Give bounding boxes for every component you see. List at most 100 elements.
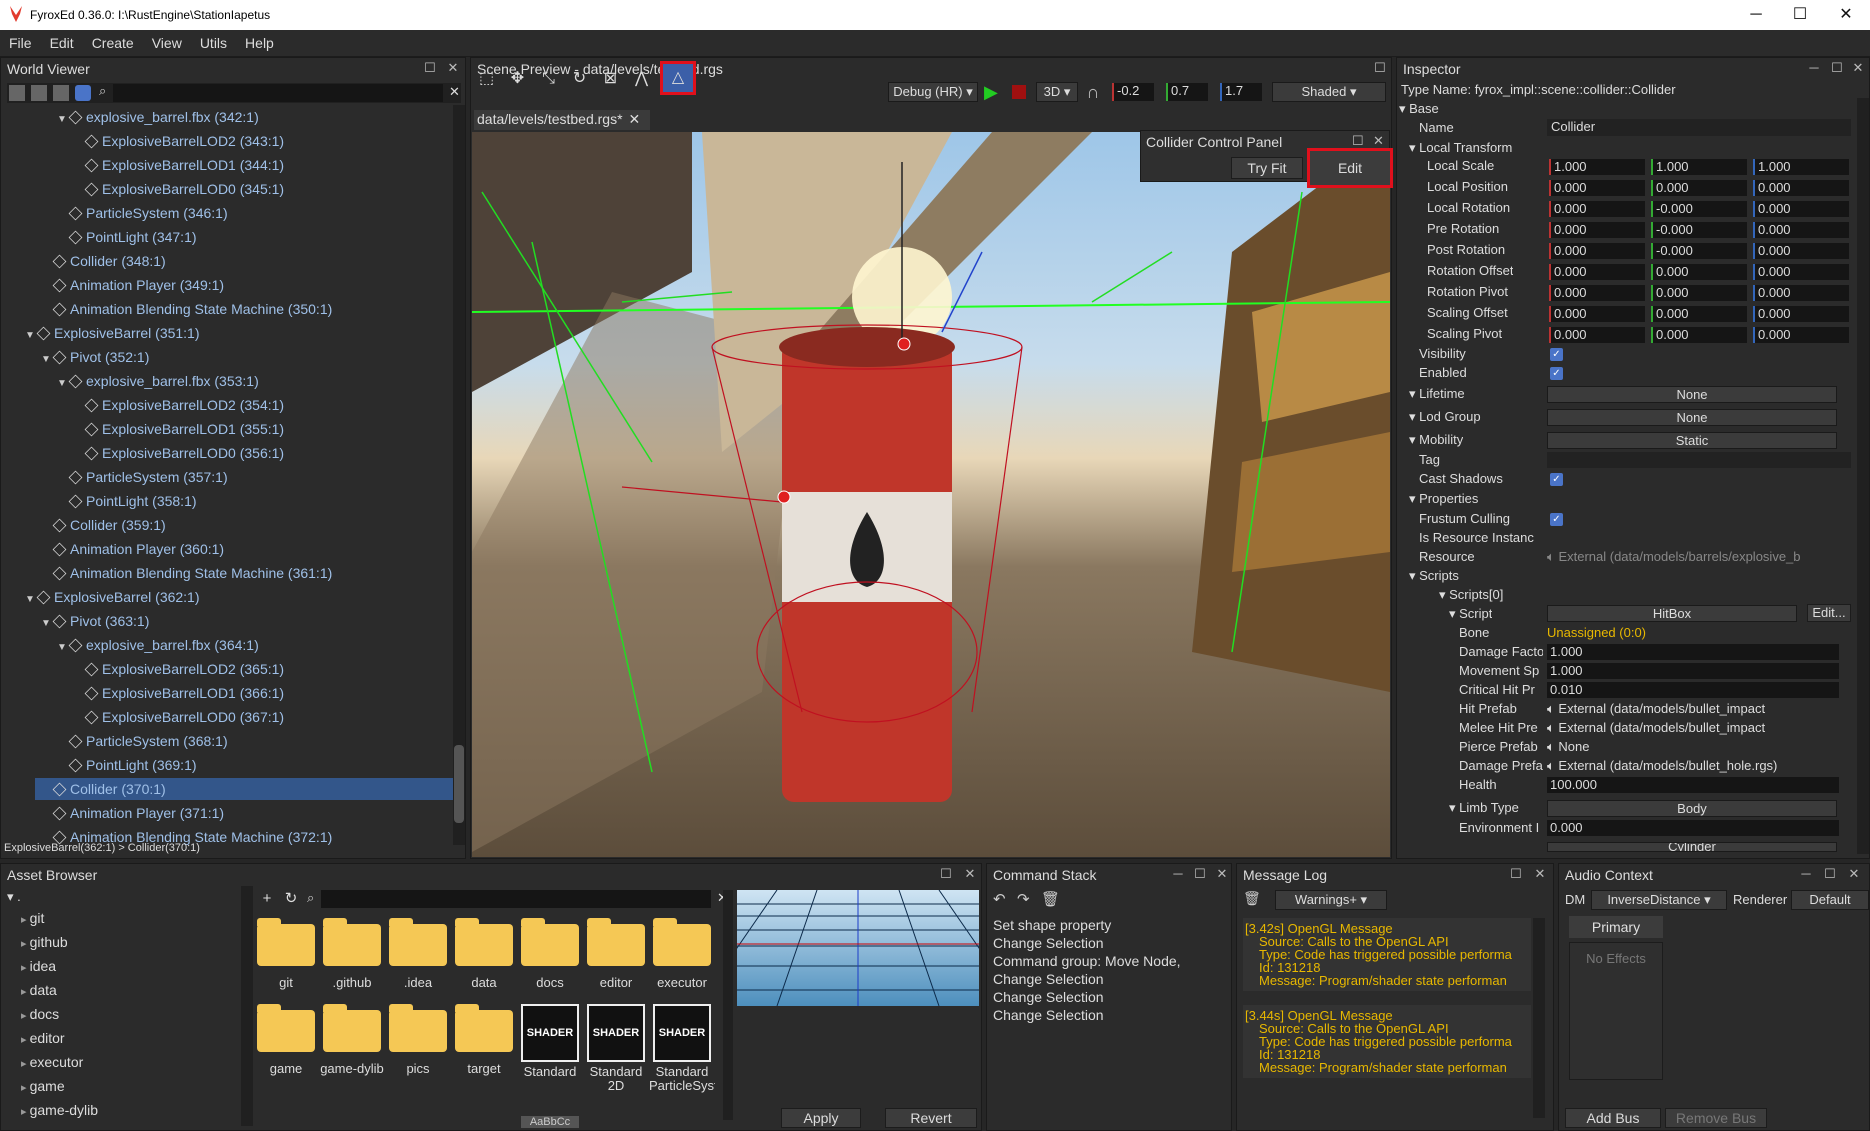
health-field[interactable]: 100.000 bbox=[1547, 777, 1839, 793]
camera-x-field[interactable]: -0.2 bbox=[1112, 83, 1154, 101]
tree-row[interactable]: ExplosiveBarrelLOD1 (344:1) bbox=[73, 153, 284, 177]
revert-button[interactable]: Revert bbox=[885, 1108, 977, 1128]
asset-tree-scrollbar[interactable] bbox=[241, 886, 253, 1126]
mobility-dropdown[interactable]: Static bbox=[1547, 432, 1837, 449]
minimize-panel-icon[interactable]: ─ bbox=[1169, 865, 1187, 883]
add-bus-button[interactable]: Add Bus bbox=[1565, 1108, 1661, 1128]
tree-row[interactable]: ExplosiveBarrelLOD0 (367:1) bbox=[73, 705, 284, 729]
damage-factor-field[interactable]: 1.000 bbox=[1547, 644, 1839, 660]
tree-row[interactable]: ExplosiveBarrelLOD0 (345:1) bbox=[73, 177, 284, 201]
log-filter-dropdown[interactable]: Warnings+ ▾ bbox=[1275, 890, 1387, 910]
select-tool-icon[interactable]: ⬚ bbox=[474, 66, 499, 91]
menu-file[interactable]: File bbox=[0, 30, 41, 56]
transform-y-field[interactable]: -0.000 bbox=[1651, 201, 1747, 217]
expand-all-icon[interactable] bbox=[31, 85, 47, 101]
tree-row[interactable]: ParticleSystem (357:1) bbox=[57, 465, 228, 489]
close-panel-icon[interactable]: ✕ bbox=[1845, 865, 1863, 883]
script-section[interactable]: ▾ Script bbox=[1449, 606, 1492, 622]
tree-row[interactable]: PointLight (369:1) bbox=[57, 753, 197, 777]
expand-arrow-icon[interactable]: ▸ bbox=[21, 1106, 30, 1118]
clear-search-icon[interactable]: ✕ bbox=[449, 84, 460, 100]
maximize-panel-icon[interactable]: ☐ bbox=[937, 865, 955, 883]
lod-group-dropdown[interactable]: None bbox=[1547, 409, 1837, 426]
asset-tree-item[interactable]: ▸ game-dylib bbox=[21, 1102, 98, 1118]
expand-arrow-icon[interactable]: ▼ bbox=[41, 612, 53, 636]
tree-row[interactable]: Collider (359:1) bbox=[41, 513, 166, 537]
mobility-section[interactable]: ▾ Mobility bbox=[1409, 432, 1463, 448]
camera-y-field[interactable]: 0.7 bbox=[1166, 83, 1208, 101]
snap-magnet-icon[interactable]: ∩ bbox=[1082, 82, 1104, 102]
script-edit-button[interactable]: Edit... bbox=[1807, 604, 1851, 622]
transform-x-field[interactable]: 0.000 bbox=[1549, 201, 1645, 217]
navmesh-tool-icon[interactable]: ⋀ bbox=[629, 66, 654, 91]
critical-hit-field[interactable]: 0.010 bbox=[1547, 682, 1839, 698]
rotate-tool-icon[interactable]: ↻ bbox=[567, 66, 592, 91]
tree-row[interactable]: ExplosiveBarrelLOD2 (354:1) bbox=[73, 393, 284, 417]
asset-tree-item[interactable]: ▸ idea bbox=[21, 958, 56, 974]
maximize-panel-icon[interactable]: ☐ bbox=[1821, 865, 1839, 883]
tree-row[interactable]: Animation Player (360:1) bbox=[41, 537, 224, 561]
asset-tree-item[interactable]: ▸ game bbox=[21, 1078, 65, 1094]
asset-preview[interactable] bbox=[696, 889, 1020, 1007]
tree-row[interactable]: Animation Player (349:1) bbox=[41, 273, 224, 297]
close-window-button[interactable]: ✕ bbox=[1826, 4, 1866, 26]
hit-prefab-value[interactable]: 🔈︎ External (data/models/bullet_impact bbox=[1547, 701, 1809, 717]
expand-arrow-icon[interactable]: ▸ bbox=[21, 1010, 30, 1022]
command-entry[interactable]: Change Selection bbox=[993, 988, 1227, 1006]
frustum-culling-checkbox[interactable]: ✓ bbox=[1550, 513, 1563, 526]
transform-z-field[interactable]: 0.000 bbox=[1753, 222, 1849, 238]
expand-arrow-icon[interactable]: ▸ bbox=[21, 1082, 30, 1094]
scale-tool-icon[interactable]: ⤡ bbox=[536, 66, 561, 91]
apply-button[interactable]: Apply bbox=[781, 1108, 861, 1128]
limb-type-section[interactable]: ▾ Limb Type bbox=[1449, 800, 1519, 816]
transform-y-field[interactable]: -0.000 bbox=[1651, 243, 1747, 259]
local-transform-section[interactable]: ▾ Local Transform bbox=[1409, 140, 1512, 156]
asset-tree-item[interactable]: ▸ editor bbox=[21, 1030, 65, 1046]
asset-tree-item[interactable]: ▸ github bbox=[21, 934, 68, 950]
menu-view[interactable]: View bbox=[143, 30, 191, 56]
transform-z-field[interactable]: 0.000 bbox=[1753, 327, 1849, 343]
filter-icon[interactable] bbox=[53, 85, 69, 101]
expand-arrow-icon[interactable]: ▸ bbox=[21, 986, 30, 998]
close-panel-icon[interactable]: ✕ bbox=[961, 865, 979, 883]
expand-arrow-icon[interactable]: ▼ bbox=[57, 636, 69, 660]
transform-y-field[interactable]: 0.000 bbox=[1651, 264, 1747, 280]
clear-log-icon[interactable]: 🗑︎ bbox=[1243, 890, 1261, 907]
scrollbar-thumb[interactable] bbox=[454, 745, 464, 823]
visibility-checkbox[interactable]: ✓ bbox=[1550, 348, 1563, 361]
transform-x-field[interactable]: 1.000 bbox=[1549, 159, 1645, 175]
clear-commands-icon[interactable]: 🗑︎ bbox=[1041, 890, 1060, 908]
command-entry[interactable]: Change Selection bbox=[993, 1006, 1227, 1024]
transform-y-field[interactable]: 1.000 bbox=[1651, 159, 1747, 175]
expand-arrow-icon[interactable]: ▼ bbox=[57, 372, 69, 396]
close-panel-icon[interactable]: ✕ bbox=[1213, 865, 1231, 883]
collider-shape-tool-icon[interactable]: △ bbox=[660, 61, 696, 95]
folder-icon[interactable] bbox=[653, 918, 711, 966]
build-profile-dropdown[interactable]: Debug (HR) ▾ bbox=[888, 82, 978, 102]
tree-row[interactable]: ▼ Pivot (363:1) bbox=[41, 609, 149, 633]
redo-icon[interactable]: ↷ bbox=[1017, 890, 1030, 908]
tree-row[interactable]: ExplosiveBarrelLOD2 (343:1) bbox=[73, 129, 284, 153]
asset-grid-scrollbar[interactable] bbox=[723, 890, 733, 1120]
expand-arrow-icon[interactable]: ▼ bbox=[41, 348, 53, 372]
scene-viewport[interactable] bbox=[472, 132, 1390, 857]
menu-help[interactable]: Help bbox=[236, 30, 283, 56]
expand-arrow-icon[interactable]: ▸ bbox=[21, 914, 30, 926]
minimize-panel-icon[interactable]: ─ bbox=[1797, 865, 1815, 883]
tree-row[interactable]: PointLight (358:1) bbox=[57, 489, 197, 513]
expand-arrow-icon[interactable]: ▸ bbox=[21, 1034, 30, 1046]
asset-tree-root[interactable]: ▾ . bbox=[7, 889, 21, 905]
base-section[interactable]: ▾ Base bbox=[1399, 101, 1439, 117]
script-dropdown[interactable]: HitBox bbox=[1547, 605, 1797, 622]
log-message[interactable]: [3.42s] OpenGL Message Source: Calls to t… bbox=[1243, 918, 1531, 991]
add-asset-icon[interactable]: + bbox=[257, 889, 277, 909]
tree-row[interactable]: ExplosiveBarrelLOD1 (366:1) bbox=[73, 681, 284, 705]
tree-row[interactable]: ▼ explosive_barrel.fbx (353:1) bbox=[57, 369, 259, 393]
world-viewer-scrollbar[interactable] bbox=[453, 105, 465, 845]
movement-speed-field[interactable]: 1.000 bbox=[1547, 663, 1839, 679]
camera-z-field[interactable]: 1.7 bbox=[1220, 83, 1262, 101]
shading-mode-dropdown[interactable]: Shaded ▾ bbox=[1272, 82, 1386, 102]
try-fit-button[interactable]: Try Fit bbox=[1231, 157, 1303, 179]
menu-utils[interactable]: Utils bbox=[191, 30, 236, 56]
folder-icon[interactable] bbox=[257, 1004, 315, 1052]
